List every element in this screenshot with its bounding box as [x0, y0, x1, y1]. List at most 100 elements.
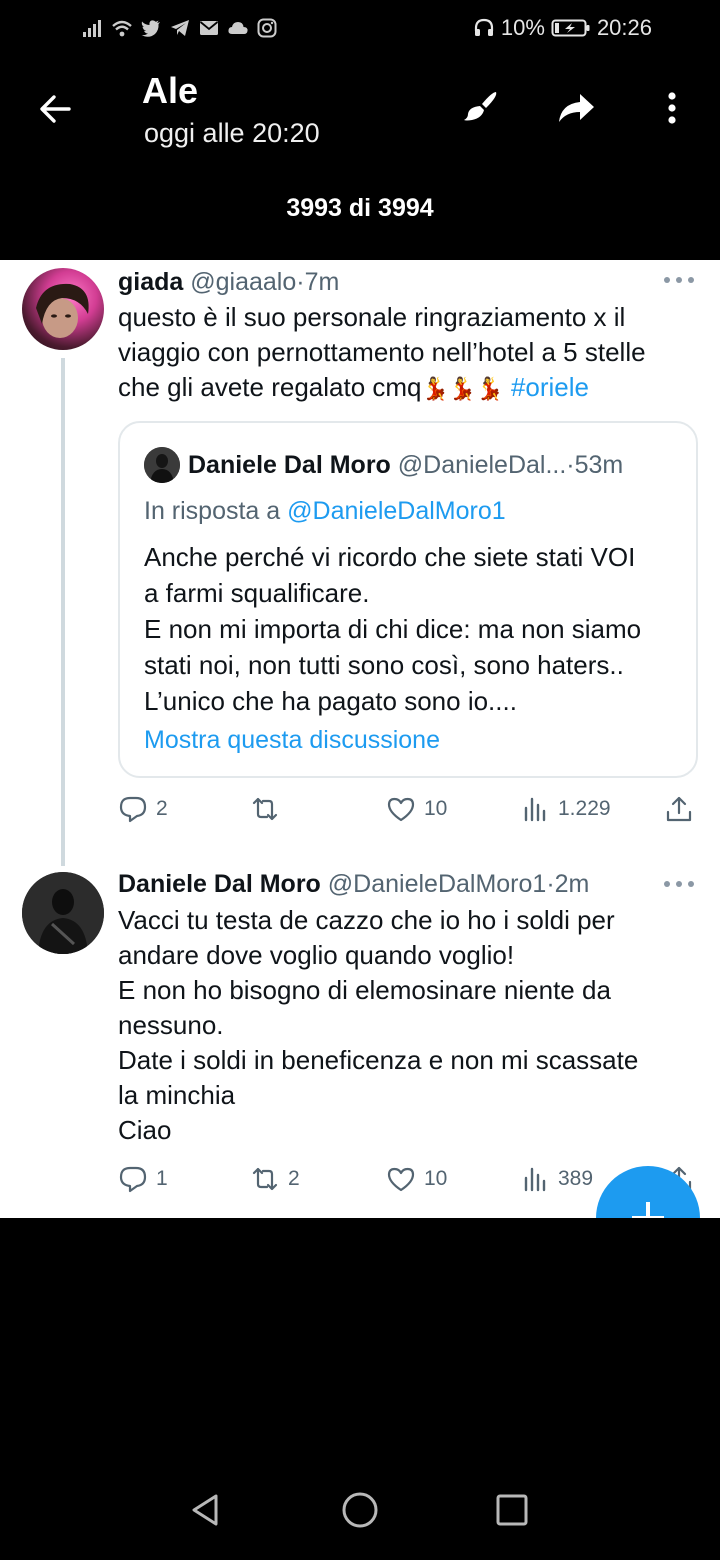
tweet-text: Vacci tu testa de cazzo che io ho i sold…: [118, 903, 688, 1148]
reply-icon: [118, 1164, 148, 1194]
views-button[interactable]: 389: [520, 1161, 593, 1197]
battery-icon: [551, 17, 591, 39]
hashtag-link[interactable]: #oriele: [511, 372, 589, 402]
signal-icon: [82, 17, 104, 39]
clock: 20:26: [596, 15, 652, 40]
quoted-text-line: L’unico che ha pagato sono io....: [144, 686, 517, 716]
avatar[interactable]: [22, 268, 104, 350]
quoted-tweet[interactable]: Daniele Dal Moro @DanieleDal...·53m In r…: [118, 421, 698, 778]
square-recents-icon: [492, 1490, 532, 1530]
edit-button[interactable]: [458, 88, 502, 128]
views-icon: [520, 1164, 550, 1194]
retweet-button[interactable]: 2: [250, 1161, 300, 1197]
tweet-more-button[interactable]: [664, 275, 694, 285]
image-counter: 3993 di 3994: [286, 194, 434, 222]
reply-context: In risposta a @DanieleDalMoro1: [144, 497, 506, 525]
page-title: Ale: [142, 70, 199, 111]
views-count: 1.229: [558, 797, 611, 820]
quoted-time: 53m: [574, 451, 624, 479]
tweet-text-line: la minchia: [118, 1080, 236, 1110]
author-name[interactable]: Daniele Dal Moro: [118, 870, 321, 898]
views-icon: [520, 794, 550, 824]
tweet-text-line: che gli avete regalato cmq💃💃💃 #oriele: [118, 372, 589, 402]
tweet-header: giada @giaaalo·7m: [118, 268, 340, 296]
edit-brush-icon: [460, 88, 500, 128]
retweet-button[interactable]: [250, 791, 288, 827]
tweet-actions: 2 10 1.229: [118, 791, 702, 827]
retweet-count: 2: [288, 1167, 300, 1190]
navigation-bar: [0, 1460, 720, 1560]
share-button[interactable]: [554, 88, 598, 128]
like-count: 10: [424, 797, 448, 820]
reply-count: 1: [156, 1167, 168, 1190]
retweet-icon: [250, 794, 280, 824]
tweet-text: questo è il suo personale ringraziamento…: [118, 300, 688, 406]
share-icon: [556, 88, 596, 128]
quoted-text: Anche perché vi ricordo che siete stati …: [144, 539, 684, 719]
quoted-text-line: Anche perché vi ricordo che siete stati …: [144, 542, 636, 572]
mail-icon: [198, 17, 220, 39]
quoted-avatar: [144, 447, 180, 483]
quoted-author-name: Daniele Dal Moro: [188, 451, 391, 479]
views-count: 389: [558, 1167, 594, 1190]
more-vert-icon: [652, 88, 692, 128]
show-thread-link[interactable]: Mostra questa discussione: [144, 726, 440, 755]
tweet-more-button[interactable]: [664, 879, 694, 889]
quoted-text-line: E non mi importa di chi dice: ma non sia…: [144, 614, 642, 644]
quoted-author-handle: @DanieleDal...: [397, 451, 567, 479]
triangle-back-icon: [186, 1490, 226, 1530]
like-count: 10: [424, 1167, 448, 1190]
mention-link[interactable]: @DanieleDalMoro1: [287, 497, 506, 525]
wifi-icon: [111, 17, 133, 39]
author-handle[interactable]: @giaaalo: [190, 268, 296, 296]
headset-icon: [473, 17, 495, 39]
tweet-text-line: viaggio con pernottamento nell’hotel a 5…: [118, 337, 646, 367]
nav-recents-button[interactable]: [488, 1486, 536, 1534]
quoted-header: Daniele Dal Moro @DanieleDal...·53m: [188, 451, 624, 479]
status-bar: 10% 20:26: [0, 0, 720, 56]
emoji: 💃💃💃: [421, 376, 504, 401]
tweet-text-line: questo è il suo personale ringraziamento…: [118, 302, 626, 332]
gallery-header: Ale oggi alle 20:20 3993 di 3994: [0, 56, 720, 260]
like-button[interactable]: 10: [386, 1161, 447, 1197]
share-tweet-button[interactable]: [664, 791, 694, 827]
reply-count: 2: [156, 797, 168, 820]
tweet-text-line: Date i soldi in beneficenza e non mi sca…: [118, 1045, 639, 1075]
tweet-text-line: Ciao: [118, 1115, 172, 1145]
system-status: 10% 20:26: [473, 14, 652, 42]
reply-button[interactable]: 1: [118, 1161, 168, 1197]
author-handle[interactable]: @DanieleDalMoro1: [328, 870, 547, 898]
instagram-icon: [256, 17, 278, 39]
quoted-text-line: stati noi, non tutti sono così, sono hat…: [144, 650, 624, 680]
circle-home-icon: [340, 1490, 380, 1530]
screenshot-image: giada @giaaalo·7m questo è il suo person…: [0, 260, 720, 1218]
tweet-text-line: nessuno.: [118, 1010, 224, 1040]
reply-button[interactable]: 2: [118, 791, 168, 827]
telegram-icon: [169, 17, 191, 39]
thread-connector: [61, 358, 65, 866]
views-button[interactable]: 1.229: [520, 791, 611, 827]
twitter-icon: [140, 17, 162, 39]
notification-icons: [82, 14, 278, 42]
quoted-text-line: a farmi squalificare.: [144, 578, 370, 608]
heart-icon: [386, 1164, 416, 1194]
author-name[interactable]: giada: [118, 268, 183, 296]
cloud-icon: [227, 17, 249, 39]
avatar[interactable]: [22, 872, 104, 954]
tweet-text-line: E non ho bisogno di elemosinare niente d…: [118, 975, 611, 1005]
tweet-time: 7m: [304, 268, 340, 296]
tweet-text-line: andare dove voglio quando voglio!: [118, 940, 515, 970]
retweet-icon: [250, 1164, 280, 1194]
upload-icon: [664, 794, 694, 824]
more-options-button[interactable]: [650, 88, 694, 128]
nav-home-button[interactable]: [336, 1486, 384, 1534]
tweet-time: 2m: [554, 870, 590, 898]
back-arrow-icon: [36, 90, 74, 128]
reply-icon: [118, 794, 148, 824]
page-subtitle: oggi alle 20:20: [144, 118, 320, 148]
like-button[interactable]: 10: [386, 791, 447, 827]
back-button[interactable]: [34, 88, 76, 130]
tweet-text-line: Vacci tu testa de cazzo che io ho i sold…: [118, 905, 615, 935]
nav-back-button[interactable]: [182, 1486, 230, 1534]
battery-percentage: 10%: [500, 15, 545, 40]
